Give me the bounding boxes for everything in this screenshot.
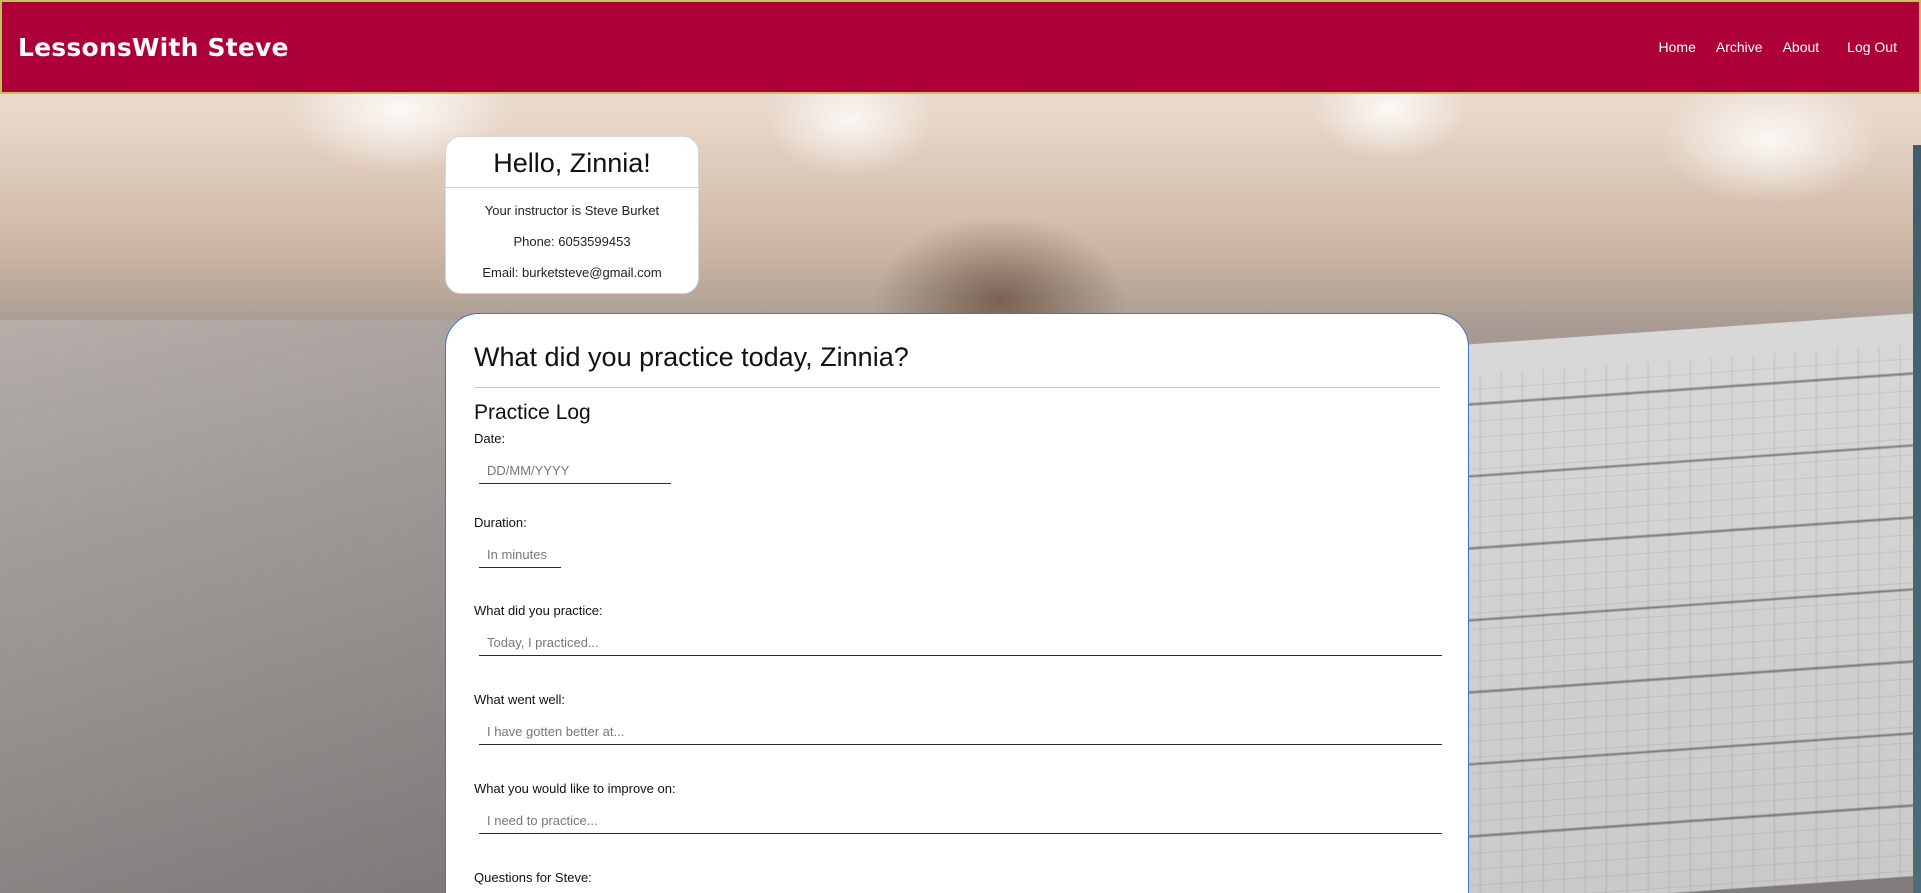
instructor-text: Your instructor is Steve Burket <box>484 203 660 218</box>
practiced-input[interactable] <box>479 633 1442 656</box>
duration-input[interactable] <box>479 545 561 568</box>
background-edge <box>1913 145 1921 893</box>
nav-archive-link[interactable]: Archive <box>1716 39 1763 55</box>
instructor-email: Email: burketsteve@gmail.com <box>482 265 662 280</box>
nav-logout-link[interactable]: Log Out <box>1847 39 1897 55</box>
date-input[interactable] <box>479 461 671 484</box>
top-navbar: LessonsWith Steve Home Archive About Log… <box>0 0 1921 94</box>
practice-heading: What did you practice today, Zinnia? <box>474 342 1440 388</box>
date-label: Date: <box>474 431 506 446</box>
practice-log-title: Practice Log <box>474 401 591 424</box>
practice-log-card: What did you practice today, Zinnia? Pra… <box>445 313 1469 893</box>
duration-label: Duration: <box>474 515 527 530</box>
questions-label: Questions for Steve: <box>474 870 592 885</box>
greeting-card: Hello, Zinnia! Your instructor is Steve … <box>445 136 699 294</box>
improve-label: What you would like to improve on: <box>474 781 676 796</box>
nav-about-link[interactable]: About <box>1783 39 1820 55</box>
improve-input[interactable] <box>479 811 1442 834</box>
nav-home-link[interactable]: Home <box>1659 39 1696 55</box>
background-blur-left <box>0 320 480 893</box>
sheet-music-notes <box>1440 343 1920 893</box>
greeting-title: Hello, Zinnia! <box>446 137 698 188</box>
main-nav: Home Archive About Log Out <box>1659 39 1897 55</box>
site-brand[interactable]: LessonsWith Steve <box>18 33 289 62</box>
went-well-input[interactable] <box>479 722 1442 745</box>
practiced-label: What did you practice: <box>474 603 603 618</box>
practice-form: What did you practice today, Zinnia? Pra… <box>474 314 1442 893</box>
went-well-label: What went well: <box>474 692 566 707</box>
instructor-phone: Phone: 6053599453 <box>513 234 631 249</box>
